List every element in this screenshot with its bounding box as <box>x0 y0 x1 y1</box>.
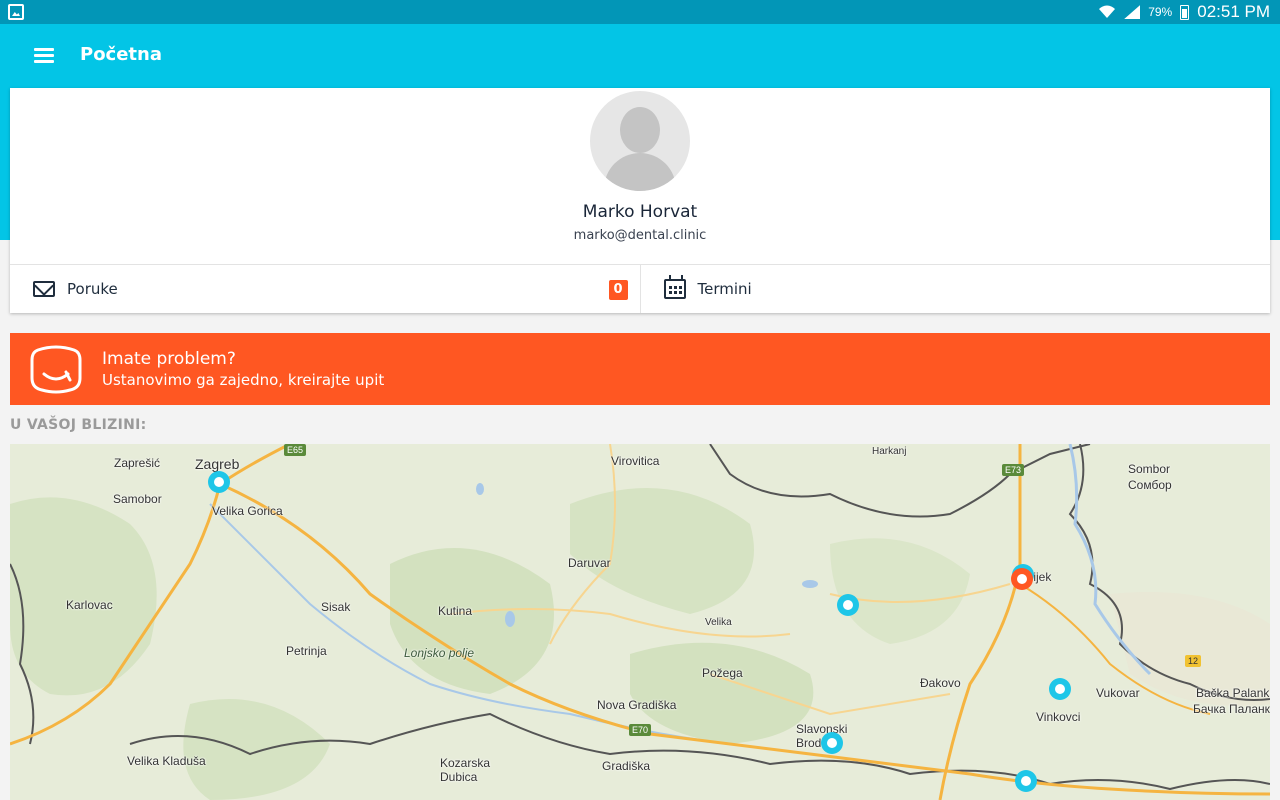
map-place-label: Harkanj <box>872 446 907 457</box>
map-place-label: Velika Gorica <box>212 504 283 518</box>
map-place-label: Zagreb <box>195 456 240 472</box>
map-place-label: Sombor <box>1128 462 1171 476</box>
map-place-label: Karlovac <box>66 598 113 612</box>
map-place-label: Zaprešić <box>114 456 161 470</box>
status-bar: 79% 02:51 PM <box>0 0 1280 24</box>
road-shield: E73 <box>1002 464 1025 476</box>
banner-title: Imate problem? <box>102 349 236 369</box>
map-place-label: Nova Gradiška <box>597 698 677 712</box>
page-title: Početna <box>80 44 163 65</box>
map-place-label: Velika Kladuša <box>127 754 206 768</box>
map-place-label: Vinkovci <box>1036 710 1081 724</box>
battery-icon <box>1180 4 1190 20</box>
avatar[interactable] <box>590 91 690 191</box>
map-place-label: Lonjsko polje <box>404 646 475 660</box>
messages-label: Poruke <box>67 280 118 298</box>
map-place-label: Đakovo <box>920 676 961 690</box>
map-place-label: Vukovar <box>1096 686 1140 700</box>
map-place-label: Daruvar <box>568 556 611 570</box>
nearby-section-label: U VAŠOJ BLIZINI: <box>10 417 147 433</box>
messages-count-badge: 0 <box>608 280 628 300</box>
signal-icon <box>1124 5 1141 19</box>
selected-clinic-map-pin[interactable] <box>1011 568 1033 590</box>
calendar-icon <box>663 275 686 299</box>
map-place-label: Kutina <box>438 604 473 618</box>
gallery-notification-icon <box>8 4 24 20</box>
appointments-button[interactable]: Termini <box>639 265 1271 313</box>
user-name: Marko Horvat <box>582 202 698 222</box>
map-place-label: Бачка Паланк <box>1193 702 1270 716</box>
banner-subtitle: Ustanovimo ga zajedno, kreirajte upit <box>102 371 385 389</box>
clinic-map-pin[interactable] <box>837 594 859 616</box>
map-place-label: Petrinja <box>286 644 327 658</box>
menu-icon[interactable] <box>34 47 54 63</box>
map-place-label: Kozarska Dubica <box>440 756 491 784</box>
road-shield: E65 <box>284 444 307 456</box>
user-email: marko@dental.clinic <box>573 228 707 243</box>
clinic-map-pin[interactable] <box>821 732 843 754</box>
clinic-map-pin[interactable] <box>208 471 230 493</box>
road-shield: E70 <box>629 724 652 736</box>
nearby-map[interactable]: Zaprešić Zagreb Samobor Velika Gorica Ka… <box>10 444 1270 800</box>
tooth-smile-icon <box>30 345 82 394</box>
road-shield: 12 <box>1185 655 1202 667</box>
map-place-label: Samobor <box>113 492 162 506</box>
battery-percent: 79% <box>1148 5 1173 19</box>
profile-card: Marko Horvat marko@dental.clinic Poruke … <box>10 88 1270 313</box>
map-place-label: Požega <box>702 666 743 680</box>
clock: 02:51 PM <box>1197 2 1270 21</box>
map-place-label: Velika <box>705 617 732 628</box>
wifi-icon <box>1099 5 1116 18</box>
map-place-label: Gradiška <box>602 759 651 773</box>
map-place-label: Sisak <box>321 600 351 614</box>
clinic-map-pin[interactable] <box>1015 770 1037 792</box>
map-background <box>10 444 1270 800</box>
profile-actions: Poruke 0 Termini <box>10 264 1270 313</box>
clinic-map-pin[interactable] <box>1049 678 1071 700</box>
mail-icon <box>33 281 55 297</box>
messages-button[interactable]: Poruke 0 <box>10 265 640 313</box>
map-place-label: Bačka Palanka <box>1196 686 1270 700</box>
appointments-label: Termini <box>697 280 752 298</box>
map-place-label: Virovitica <box>611 454 660 468</box>
create-inquiry-banner[interactable]: Imate problem? Ustanovimo ga zajedno, kr… <box>10 333 1270 405</box>
map-place-label: Сомбор <box>1128 478 1172 492</box>
